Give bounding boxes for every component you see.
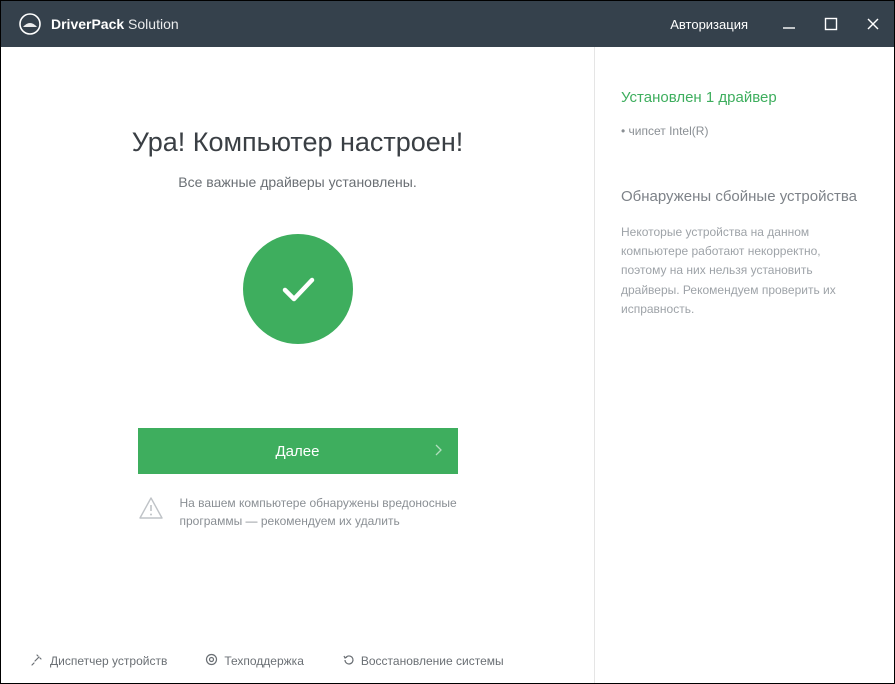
- restore-icon: [342, 653, 355, 669]
- next-button-label: Далее: [276, 443, 320, 460]
- next-button[interactable]: Далее: [138, 428, 458, 474]
- failed-devices-title: Обнаружены сбойные устройства: [621, 188, 868, 205]
- support-link[interactable]: Техподдержка: [205, 653, 304, 669]
- warning-text: На вашем компьютере обнаружены вредоносн…: [180, 494, 458, 530]
- failed-devices-desc: Некоторые устройства на данном компьютер…: [621, 223, 868, 319]
- support-label: Техподдержка: [224, 654, 304, 668]
- plug-icon: [31, 653, 44, 669]
- installed-driver-item: • чипсет Intel(R): [621, 124, 868, 138]
- app-window: DriverPack Solution Авторизация Ура! Ком…: [0, 0, 895, 684]
- brand-light: Solution: [124, 16, 178, 32]
- warning-row: На вашем компьютере обнаружены вредоносн…: [138, 494, 458, 530]
- restore-link[interactable]: Восстановление системы: [342, 653, 504, 669]
- lifebuoy-icon: [205, 653, 218, 669]
- auth-link[interactable]: Авторизация: [650, 17, 768, 32]
- main-panel: Ура! Компьютер настроен! Все важные драй…: [1, 47, 594, 683]
- brand-wrap: DriverPack Solution: [19, 13, 650, 35]
- chevron-right-icon: [435, 443, 442, 460]
- footer-links: Диспетчер устройств Техподдержка Восстан…: [31, 653, 564, 669]
- device-manager-label: Диспетчер устройств: [50, 654, 167, 668]
- content-body: Ура! Компьютер настроен! Все важные драй…: [1, 47, 894, 683]
- page-title: Ура! Компьютер настроен!: [132, 127, 463, 158]
- close-button[interactable]: [852, 1, 894, 47]
- restore-label: Восстановление системы: [361, 654, 504, 668]
- brand-text: DriverPack Solution: [51, 16, 179, 32]
- installed-drivers-title: Установлен 1 драйвер: [621, 89, 868, 106]
- minimize-button[interactable]: [768, 1, 810, 47]
- page-subtitle: Все важные драйверы установлены.: [178, 174, 416, 190]
- maximize-button[interactable]: [810, 1, 852, 47]
- titlebar: DriverPack Solution Авторизация: [1, 1, 894, 47]
- sidebar: Установлен 1 драйвер • чипсет Intel(R) О…: [594, 47, 894, 683]
- success-check-icon: [243, 234, 353, 344]
- device-manager-link[interactable]: Диспетчер устройств: [31, 653, 167, 669]
- app-logo-icon: [19, 13, 41, 35]
- brand-strong: DriverPack: [51, 16, 124, 32]
- warning-triangle-icon: [138, 496, 164, 525]
